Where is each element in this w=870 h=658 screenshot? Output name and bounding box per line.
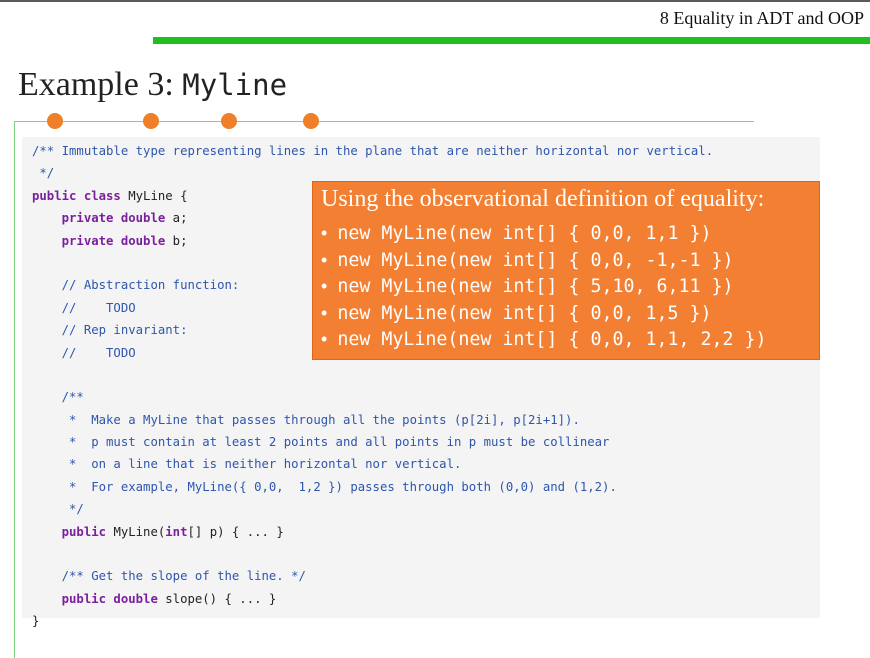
frame-horizontal-line [14, 121, 754, 122]
code-token: a; [172, 211, 188, 226]
callout-item: • new MyLine(new int[] { 0,0, 1,1 }) [321, 220, 767, 247]
code-line: /** Immutable type representing lines in… [32, 140, 713, 162]
code-token: /** Immutable type representing lines in… [32, 144, 714, 158]
callout-item-text: new MyLine(new int[] { 0,0, 1,1 }) [337, 223, 712, 244]
code-line: */ [32, 498, 713, 520]
callout-item: • new MyLine(new int[] { 0,0, -1,-1 }) [321, 247, 767, 274]
code-token: int [165, 524, 188, 539]
code-token: private double [32, 233, 173, 248]
code-token: /** Get the slope of the line. */ [32, 569, 306, 584]
callout-item-text: new MyLine(new int[] { 0,0, 1,5 }) [337, 302, 712, 324]
decorative-dot [221, 113, 237, 129]
code-token: // Rep invariant: [32, 323, 188, 338]
code-line: /** Get the slope of the line. */ [32, 565, 713, 587]
frame-vertical-line [14, 121, 15, 658]
bullet-icon: • [321, 329, 328, 349]
code-token: // Abstraction function: [32, 278, 240, 293]
slide-title: Example 3: Myline [18, 68, 287, 102]
bullet-icon: • [321, 302, 328, 323]
callout-box: Using the observational definition of eq… [312, 181, 820, 360]
slide-title-text: Example 3: [18, 66, 183, 103]
code-token: */ [32, 166, 55, 181]
callout-item-text: new MyLine(new int[] { 5,10, 6,11 }) [337, 276, 734, 297]
code-line: public MyLine(int[] p) { ... } [32, 521, 713, 543]
slide-title-code: Myline [182, 68, 288, 102]
code-token: * Make a MyLine that passes through all … [32, 412, 580, 427]
bullet-icon: • [321, 276, 328, 296]
code-line: public double slope() { ... } [32, 588, 713, 610]
code-token: [] p) { ... } [187, 524, 284, 539]
callout-item: • new MyLine(new int[] { 0,0, 1,1, 2,2 }) [321, 326, 767, 353]
top-border-line [0, 0, 870, 2]
code-line: * p must contain at least 2 points and a… [32, 431, 713, 453]
bullet-icon: • [321, 223, 328, 243]
decorative-dot [143, 113, 159, 129]
lecture-header: 8 Equality in ADT and OOP [659, 8, 864, 28]
header-green-bar [153, 37, 870, 44]
code-token: public double [32, 591, 166, 606]
callout-item-text: new MyLine(new int[] { 0,0, -1,-1 }) [337, 249, 734, 271]
callout-item-text: new MyLine(new int[] { 0,0, 1,1, 2,2 }) [337, 329, 767, 350]
code-token: slope() { ... } [165, 591, 277, 606]
code-token: public class [32, 188, 129, 203]
code-token: private double [32, 211, 173, 226]
callout-item: • new MyLine(new int[] { 0,0, 1,5 }) [321, 300, 767, 327]
code-token: * on a line that is neither horizontal n… [32, 457, 462, 472]
callout-list: • new MyLine(new int[] { 0,0, 1,1 }) • new… [321, 220, 767, 353]
callout-item: • new MyLine(new int[] { 5,10, 6,11 }) [321, 273, 767, 300]
callout-heading: Using the observational definition of eq… [321, 186, 765, 212]
code-line: /** [32, 386, 713, 408]
code-token: // TODO [32, 300, 136, 315]
code-line: * For example, MyLine({ 0,0, 1,2 }) pass… [32, 476, 713, 498]
code-token: b; [172, 233, 188, 248]
code-token: MyLine( [113, 524, 166, 539]
code-line: * Make a MyLine that passes through all … [32, 409, 713, 431]
code-line: * on a line that is neither horizontal n… [32, 453, 713, 475]
code-token: public [32, 524, 114, 539]
code-token: * p must contain at least 2 points and a… [32, 435, 610, 450]
code-token: */ [32, 502, 84, 517]
code-token: } [32, 614, 40, 629]
bullet-icon: • [321, 249, 328, 270]
code-line: } [32, 610, 713, 632]
code-token: /** [32, 390, 84, 405]
code-token: * For example, MyLine({ 0,0, 1,2 }) pass… [32, 479, 617, 494]
decorative-dot [47, 113, 63, 129]
code-token: // TODO [32, 345, 136, 360]
code-token: MyLine { [128, 188, 188, 203]
decorative-dot [303, 113, 319, 129]
